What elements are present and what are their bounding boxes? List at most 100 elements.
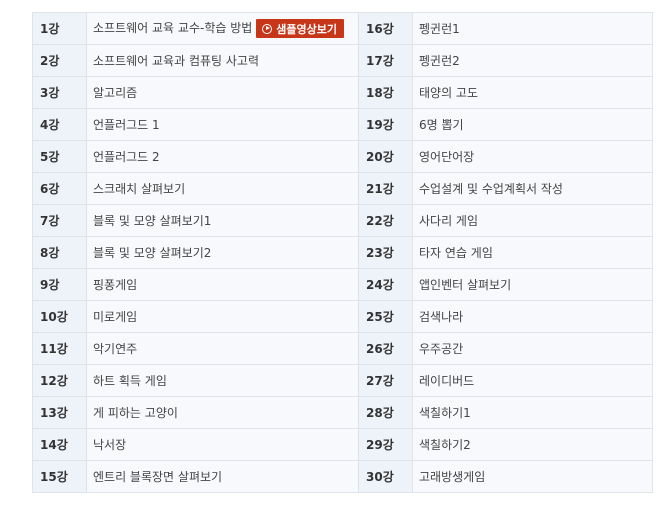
lesson-number-right: 17강: [358, 44, 413, 77]
lesson-title: 스크래치 살펴보기: [93, 182, 186, 196]
table-row: 4강 언플러그드 1 19강 6명 뽑기: [32, 108, 653, 141]
lesson-number-left: 4강: [32, 108, 87, 141]
lesson-title-cell-right: 타자 연습 게임: [412, 236, 653, 269]
lesson-title: 태양의 고도: [419, 86, 479, 100]
lesson-number-left: 7강: [32, 204, 87, 237]
lesson-number-left: 6강: [32, 172, 87, 205]
lesson-number-left: 3강: [32, 76, 87, 109]
lesson-number-right: 20강: [358, 140, 413, 173]
lesson-number-left: 15강: [32, 460, 87, 493]
lesson-title-cell-right: 펭귄런2: [412, 44, 653, 77]
lesson-title: 게 피하는 고양이: [93, 406, 178, 420]
lesson-number-right: 22강: [358, 204, 413, 237]
lesson-title: 우주공간: [419, 342, 464, 356]
lesson-title: 핑퐁게임: [93, 278, 138, 292]
table-row: 12강 하트 획득 게임 27강 레이디버드: [32, 364, 653, 397]
table-row: 3강 알고리즘 18강 태양의 고도: [32, 76, 653, 109]
lesson-number-right: 30강: [358, 460, 413, 493]
lesson-title: 엔트리 블록장면 살펴보기: [93, 470, 223, 484]
lesson-table-body: 1강 소프트웨어 교육 교수-학습 방법 샘플영상보기 16강 펭귄런1 2강 소프트웨어 …: [32, 12, 653, 493]
lesson-title: 블록 및 모양 살펴보기2: [93, 246, 212, 260]
lesson-title: 앱인벤터 살펴보기: [419, 278, 512, 292]
lesson-title-cell-left: 소프트웨어 교육 교수-학습 방법 샘플영상보기: [86, 12, 359, 45]
lesson-number-left: 11강: [32, 332, 87, 365]
lesson-title: 검색나라: [419, 310, 464, 324]
sample-video-button-label: 샘플영상보기: [276, 22, 338, 36]
lesson-title: 펭귄런1: [419, 22, 460, 36]
lesson-number-left: 12강: [32, 364, 87, 397]
lesson-title-cell-left: 미로게임: [86, 300, 359, 333]
lesson-title-cell-left: 언플러그드 2: [86, 140, 359, 173]
table-row: 1강 소프트웨어 교육 교수-학습 방법 샘플영상보기 16강 펭귄런1: [32, 12, 653, 45]
lesson-title-cell-right: 펭귄런1: [412, 12, 653, 45]
lesson-title: 언플러그드 2: [93, 150, 160, 164]
lesson-title-cell-right: 수업설계 및 수업계획서 작성: [412, 172, 653, 205]
lesson-number-right: 19강: [358, 108, 413, 141]
lesson-number-left: 1강: [32, 12, 87, 45]
lesson-number-right: 29강: [358, 428, 413, 461]
lesson-title-cell-right: 색칠하기2: [412, 428, 653, 461]
lesson-title: 색칠하기1: [419, 406, 471, 420]
lesson-title-cell-left: 엔트리 블록장면 살펴보기: [86, 460, 359, 493]
lesson-title-cell-right: 태양의 고도: [412, 76, 653, 109]
lesson-number-left: 5강: [32, 140, 87, 173]
lesson-title-cell-left: 소프트웨어 교육과 컴퓨팅 사고력: [86, 44, 359, 77]
lesson-title-cell-left: 알고리즘: [86, 76, 359, 109]
lesson-title: 언플러그드 1: [93, 118, 160, 132]
lesson-number-right: 25강: [358, 300, 413, 333]
table-row: 8강 블록 및 모양 살펴보기2 23강 타자 연습 게임: [32, 236, 653, 269]
table-row: 13강 게 피하는 고양이 28강 색칠하기1: [32, 396, 653, 429]
lesson-number-right: 21강: [358, 172, 413, 205]
lesson-list: 1강 소프트웨어 교육 교수-학습 방법 샘플영상보기 16강 펭귄런1 2강 소프트웨어 …: [32, 12, 653, 493]
lesson-title-cell-right: 앱인벤터 살펴보기: [412, 268, 653, 301]
lesson-title: 사다리 게임: [419, 214, 479, 228]
lesson-number-left: 13강: [32, 396, 87, 429]
lesson-title-cell-right: 검색나라: [412, 300, 653, 333]
lesson-number-right: 28강: [358, 396, 413, 429]
lesson-title: 낙서장: [93, 438, 127, 452]
lesson-title-cell-left: 핑퐁게임: [86, 268, 359, 301]
lesson-title-cell-right: 우주공간: [412, 332, 653, 365]
lesson-title-cell-left: 하트 획득 게임: [86, 364, 359, 397]
lesson-title: 영어단어장: [419, 150, 475, 164]
lesson-title-cell-left: 블록 및 모양 살펴보기2: [86, 236, 359, 269]
lesson-title-cell-right: 레이디버드: [412, 364, 653, 397]
lesson-title-cell-left: 낙서장: [86, 428, 359, 461]
sample-video-button[interactable]: 샘플영상보기: [256, 19, 345, 38]
lesson-title: 소프트웨어 교육 교수-학습 방법: [93, 21, 253, 35]
lesson-number-right: 18강: [358, 76, 413, 109]
lesson-title-cell-left: 게 피하는 고양이: [86, 396, 359, 429]
lesson-title: 미로게임: [93, 310, 138, 324]
table-row: 6강 스크래치 살펴보기 21강 수업설계 및 수업계획서 작성: [32, 172, 653, 205]
lesson-title: 6명 뽑기: [419, 118, 464, 132]
lesson-title: 레이디버드: [419, 374, 475, 388]
lesson-number-right: 16강: [358, 12, 413, 45]
lesson-title: 알고리즘: [93, 86, 138, 100]
lesson-title: 고래방생게임: [419, 470, 486, 484]
lesson-number-right: 24강: [358, 268, 413, 301]
lesson-title-cell-right: 6명 뽑기: [412, 108, 653, 141]
table-row: 10강 미로게임 25강 검색나라: [32, 300, 653, 333]
lesson-number-right: 23강: [358, 236, 413, 269]
lesson-title: 타자 연습 게임: [419, 246, 493, 260]
lesson-title: 색칠하기2: [419, 438, 471, 452]
lesson-title-cell-left: 블록 및 모양 살펴보기1: [86, 204, 359, 237]
lesson-title: 수업설계 및 수업계획서 작성: [419, 182, 563, 196]
table-row: 7강 블록 및 모양 살펴보기1 22강 사다리 게임: [32, 204, 653, 237]
lesson-title: 악기연주: [93, 342, 138, 356]
table-row: 9강 핑퐁게임 24강 앱인벤터 살펴보기: [32, 268, 653, 301]
lesson-number-right: 26강: [358, 332, 413, 365]
lesson-title-cell-left: 스크래치 살펴보기: [86, 172, 359, 205]
lesson-number-left: 9강: [32, 268, 87, 301]
table-row: 15강 엔트리 블록장면 살펴보기 30강 고래방생게임: [32, 460, 653, 493]
lesson-title-cell-right: 사다리 게임: [412, 204, 653, 237]
lesson-number-left: 8강: [32, 236, 87, 269]
lesson-number-right: 27강: [358, 364, 413, 397]
lesson-number-left: 2강: [32, 44, 87, 77]
lesson-title-cell-right: 색칠하기1: [412, 396, 653, 429]
table-row: 2강 소프트웨어 교육과 컴퓨팅 사고력 17강 펭귄런2: [32, 44, 653, 77]
play-circle-icon: [262, 23, 273, 34]
lesson-title: 하트 획득 게임: [93, 374, 167, 388]
lesson-title: 소프트웨어 교육과 컴퓨팅 사고력: [93, 54, 260, 68]
table-row: 5강 언플러그드 2 20강 영어단어장: [32, 140, 653, 173]
